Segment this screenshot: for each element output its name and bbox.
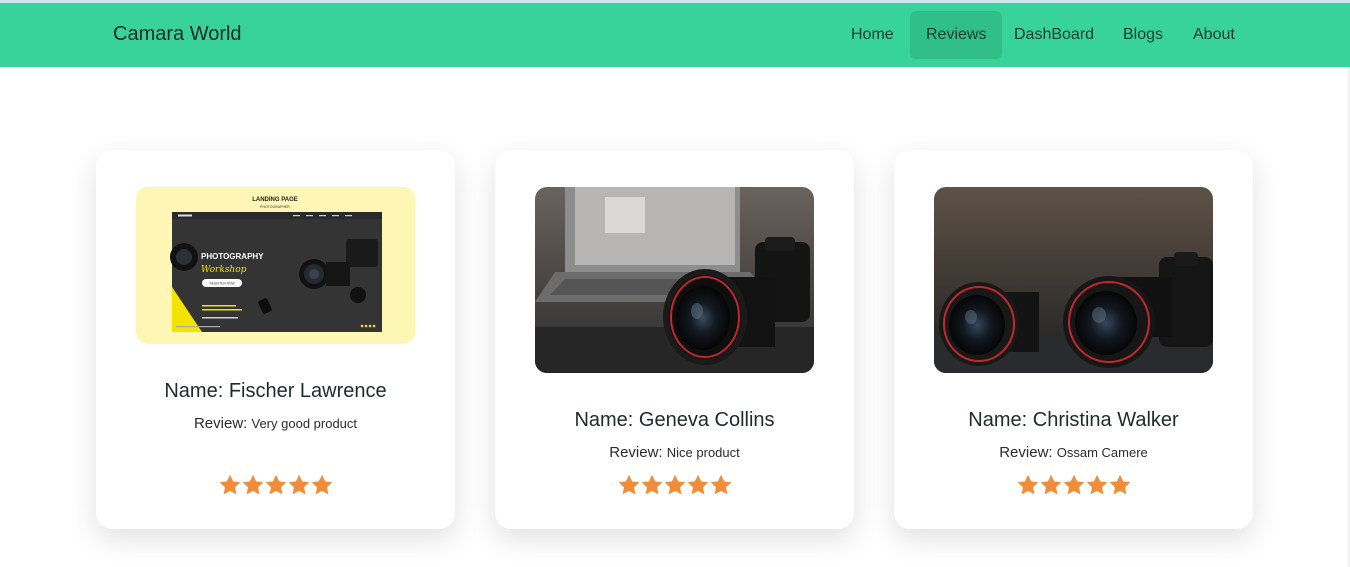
review-image-camera-laptop: [535, 187, 814, 373]
star-icon: [710, 474, 731, 495]
reviewer-name: Name: Geneva Collins: [574, 409, 775, 431]
review-image-landing-page: LANDING PAGE PHOTOGRAPHER PHOTOGRAPHY Wo…: [136, 187, 415, 344]
star-icon: [1063, 474, 1084, 495]
star-icon: [219, 474, 240, 495]
review-text: Review: Ossam Camere: [999, 444, 1148, 461]
mockup-title-line2: Workshop: [201, 265, 247, 275]
star-icon: [618, 474, 639, 495]
rating-stars: [495, 473, 854, 497]
nav-item-blogs[interactable]: Blogs: [1107, 11, 1179, 59]
star-icon: [288, 474, 309, 495]
reviewer-name: Name: Christina Walker: [968, 409, 1179, 431]
nav-item-reviews[interactable]: Reviews: [910, 11, 1003, 59]
star-icon: [265, 474, 286, 495]
review-text: Review: Very good product: [193, 415, 358, 432]
brand-logo[interactable]: Camara World: [113, 23, 242, 46]
star-icon: [687, 474, 708, 495]
review-image-two-lenses: [934, 187, 1213, 373]
mockup-button: REGISTER NOW: [210, 282, 235, 286]
rating-stars: [96, 473, 455, 497]
navbar: Camara World Home Reviews DashBoard Blog…: [0, 3, 1350, 67]
nav-item-about[interactable]: About: [1177, 11, 1251, 59]
rating-stars: [894, 473, 1253, 497]
star-icon: [1040, 474, 1061, 495]
nav-item-dashboard[interactable]: DashBoard: [998, 11, 1110, 59]
star-icon: [242, 474, 263, 495]
nav-item-home[interactable]: Home: [835, 11, 910, 59]
star-icon: [664, 474, 685, 495]
review-card-1: LANDING PAGE PHOTOGRAPHER PHOTOGRAPHY Wo…: [96, 150, 455, 529]
reviewer-name: Name: Fischer Lawrence: [164, 380, 387, 402]
mockup-heading: LANDING PAGE: [252, 197, 298, 203]
mockup-subheading: PHOTOGRAPHER: [260, 205, 290, 209]
star-icon: [311, 474, 332, 495]
star-icon: [1017, 474, 1038, 495]
review-card-2: Name: Geneva Collins Review: Nice produc…: [495, 150, 854, 529]
star-icon: [641, 474, 662, 495]
review-card-3: Name: Christina Walker Review: Ossam Cam…: [894, 150, 1253, 529]
star-icon: [1109, 474, 1130, 495]
star-icon: [1086, 474, 1107, 495]
mockup-title-line1: PHOTOGRAPHY: [201, 252, 264, 261]
review-text: Review: Nice product: [609, 444, 740, 461]
